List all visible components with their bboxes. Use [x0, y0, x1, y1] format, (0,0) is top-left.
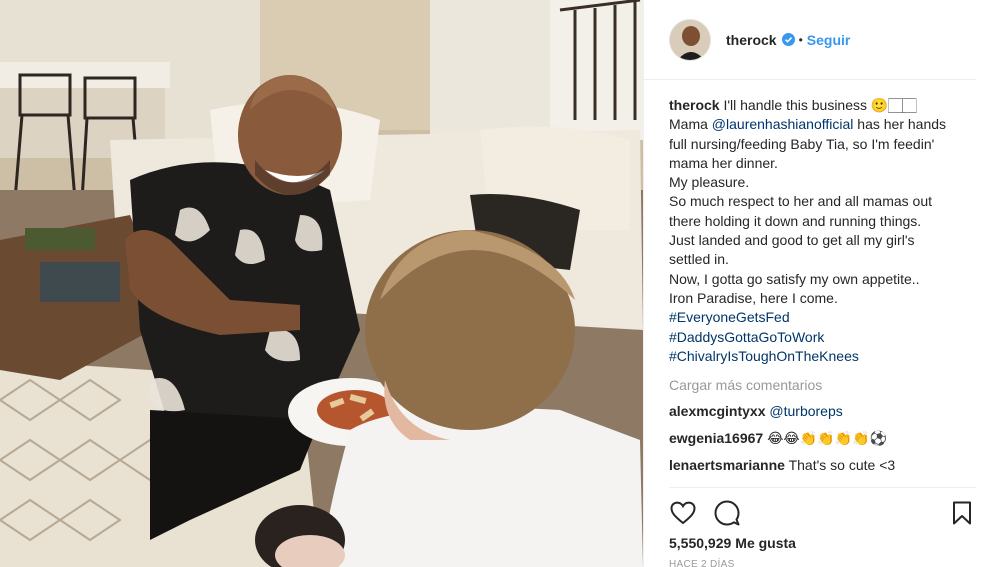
caption-line: Mama @laurenhashianofficial has her hand… [669, 115, 969, 134]
comment-button[interactable] [713, 499, 741, 527]
comment-text: 😂😂👏👏👏👏⚽ [767, 430, 887, 447]
header-separator: • [798, 32, 803, 47]
actions-divider [669, 487, 976, 488]
like-button[interactable] [669, 499, 697, 527]
hashtag-link[interactable]: #EveryoneGetsFed [669, 308, 969, 327]
post-sidebar: therock • Seguir therock I'll handle thi… [643, 0, 1000, 567]
post-timestamp: HACE 2 DÍAS [669, 559, 735, 567]
mention-link[interactable]: @turboreps [769, 403, 842, 419]
caption-text: Mama [669, 116, 712, 133]
post-username[interactable]: therock [726, 32, 777, 48]
instagram-post: therock • Seguir therock I'll handle thi… [0, 0, 1000, 567]
comments-section: therock I'll handle this business 🙂🏻🏻 Ma… [669, 96, 969, 483]
caption-line: settled in. [669, 251, 729, 268]
follow-button[interactable]: Seguir [807, 32, 851, 48]
comment-username[interactable]: alexmcgintyxx [669, 403, 766, 419]
caption-line: full nursing/feeding Baby Tia, so I'm fe… [669, 135, 935, 152]
caption-text: has her hands [853, 116, 947, 133]
comment-username[interactable]: ewgenia16967 [669, 430, 763, 446]
comment-item: lenaertsmarianne That's so cute <3 [669, 456, 969, 475]
photo-illustration [0, 0, 643, 567]
load-more-comments-button[interactable]: Cargar más comentarios [669, 376, 969, 395]
caption-line: Iron Paradise, here I come. [669, 289, 838, 306]
caption-username[interactable]: therock [669, 97, 720, 113]
caption-line: there holding it down and running things… [669, 212, 922, 229]
post-header: therock • Seguir [644, 0, 976, 80]
comment-icon [714, 500, 740, 526]
caption-line: Just landed and good to get all my girl'… [669, 232, 915, 249]
comment-text: That's so cute <3 [788, 457, 896, 474]
post-actions [669, 499, 976, 527]
avatar-image [670, 19, 710, 60]
comment-username[interactable]: lenaertsmarianne [669, 457, 785, 473]
caption-line: So much respect to her and all mamas out [669, 193, 933, 210]
bookmark-icon [953, 501, 971, 525]
heart-icon [670, 501, 696, 525]
caption-line: My pleasure. [669, 174, 750, 191]
caption-text: I'll handle this business 🙂🏻🏻 [723, 97, 917, 113]
likes-number: 5,550,929 [669, 535, 732, 551]
mention-link[interactable]: @laurenhashianofficial [712, 116, 854, 132]
comment-item: ewgenia16967 😂😂👏👏👏👏⚽ [669, 429, 969, 448]
likes-count[interactable]: 5,550,929 Me gusta [669, 535, 796, 551]
comment-item: alexmcgintyxx @turboreps [669, 402, 969, 421]
hashtag-link[interactable]: #ChivalryIsToughOnTheKnees [669, 347, 969, 366]
verified-badge-icon [781, 33, 795, 46]
caption-line: mama her dinner. [669, 154, 778, 171]
hashtag-link[interactable]: #DaddysGottaGoToWork [669, 328, 969, 347]
post-photo[interactable] [0, 0, 643, 567]
caption-line: therock I'll handle this business 🙂🏻🏻 [669, 96, 969, 115]
save-button[interactable] [948, 499, 976, 527]
user-avatar[interactable] [669, 18, 711, 61]
likes-label: Me gusta [735, 535, 796, 551]
caption-line: Now, I gotta go satisfy my own appetite.… [669, 270, 920, 287]
